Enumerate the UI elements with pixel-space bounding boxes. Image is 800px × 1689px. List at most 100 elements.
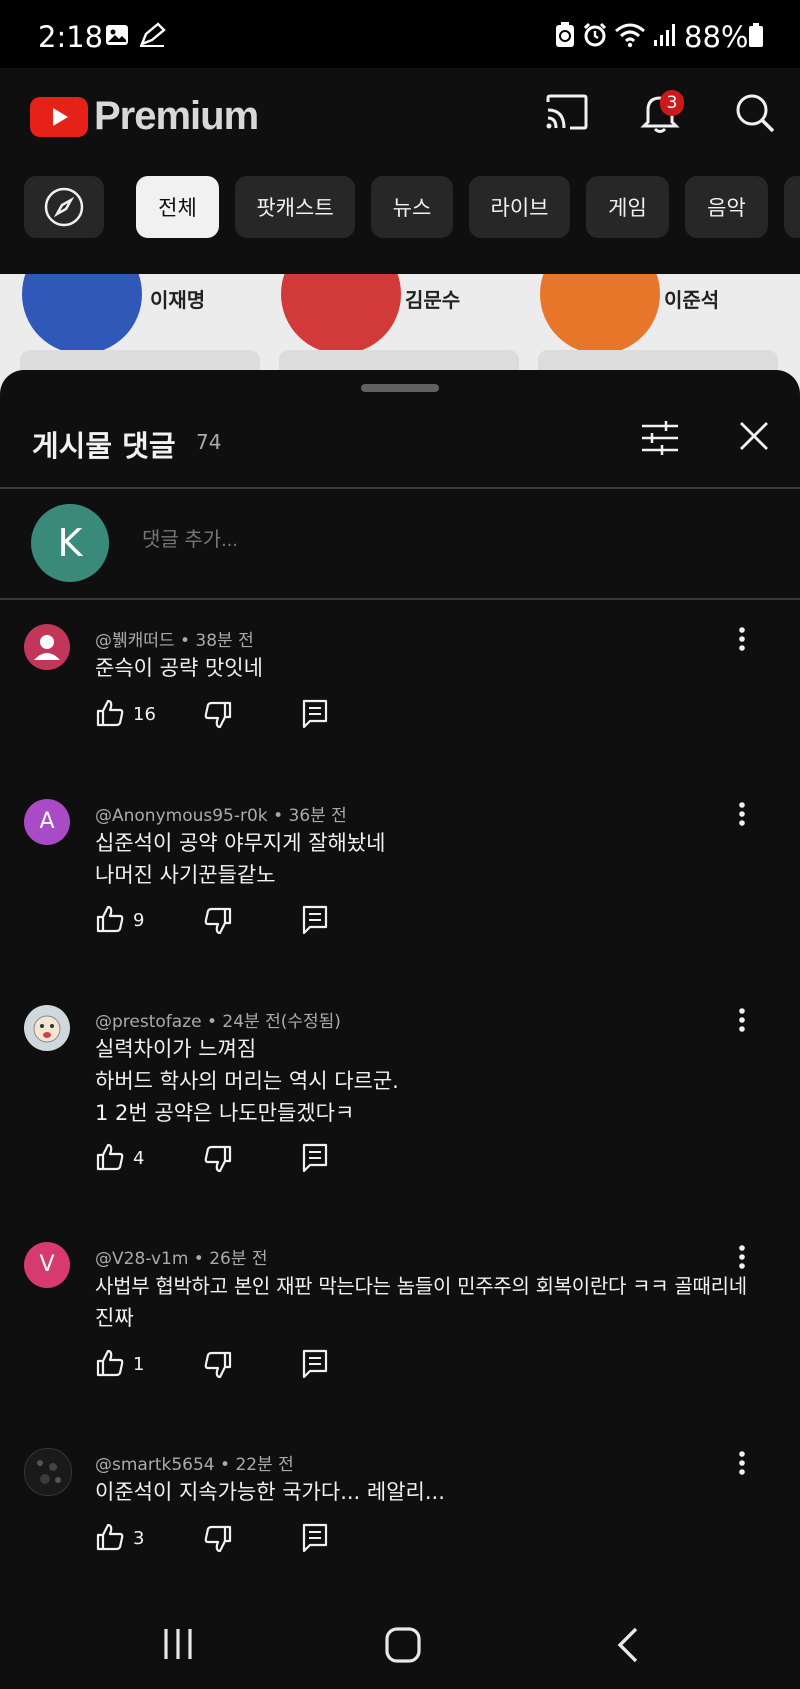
dislike-icon[interactable] <box>203 1350 233 1380</box>
gallery-icon <box>106 25 128 45</box>
dislike-icon[interactable] <box>203 906 233 936</box>
drag-handle[interactable] <box>361 384 439 392</box>
comment-text: 실력차이가 느껴짐 하버드 학사의 머리는 역시 다르군. 1 2번 공약은 나… <box>95 1033 755 1129</box>
like-icon[interactable] <box>95 1522 125 1552</box>
sheet-title: 게시물 댓글 <box>32 429 176 463</box>
chip-gaming[interactable]: 게임 <box>586 176 669 238</box>
youtube-premium-logo[interactable]: Premium <box>30 94 259 139</box>
chip-podcast[interactable]: 팟캐스트 <box>235 176 355 238</box>
candidate-name: 이준석 <box>664 288 720 312</box>
more-options-icon[interactable] <box>738 626 746 652</box>
comment-line: 나머진 사기꾼들같노 <box>95 863 276 887</box>
system-nav-bar <box>0 1600 800 1689</box>
notification-badge: 3 <box>660 90 684 116</box>
candidate-name: 이재명 <box>150 288 206 312</box>
chip-next[interactable] <box>784 176 800 238</box>
add-comment-input[interactable] <box>140 528 744 553</box>
pen-icon <box>139 22 166 47</box>
more-options-icon[interactable] <box>738 1450 746 1476</box>
comment-line: 십준석이 공약 야무지게 잘해놨네 <box>95 831 386 855</box>
like-icon[interactable] <box>95 904 125 934</box>
back-icon[interactable] <box>612 1626 642 1664</box>
chip-music[interactable]: 음악 <box>685 176 768 238</box>
comment-line: 진짜 <box>95 1306 134 1330</box>
battery-saver-icon <box>556 22 574 47</box>
chip-news[interactable]: 뉴스 <box>371 176 453 238</box>
like-icon[interactable] <box>95 1142 125 1172</box>
status-time: 2:18 <box>38 20 104 54</box>
comment-meta: @뷁캐떠드 • 38분 전 <box>95 631 254 651</box>
reply-icon[interactable] <box>301 1348 329 1380</box>
default-user-icon <box>34 635 60 660</box>
comment-author[interactable]: @smartk5654 <box>95 1455 215 1475</box>
comment-line: 하버드 학사의 머리는 역시 다르군. <box>95 1069 399 1093</box>
recent-apps-icon[interactable] <box>160 1626 196 1662</box>
like-icon[interactable] <box>95 1348 125 1378</box>
comment-avatar[interactable] <box>24 624 70 670</box>
comment-actions: 16 <box>95 698 395 732</box>
comment-avatar[interactable] <box>24 1005 70 1051</box>
status-bar: 2:18 88% <box>0 0 800 68</box>
home-icon[interactable] <box>384 1626 422 1664</box>
reply-icon[interactable] <box>301 1522 329 1554</box>
comment-avatar[interactable]: V <box>24 1242 70 1288</box>
dislike-icon[interactable] <box>203 700 233 730</box>
like-count: 1 <box>133 1354 145 1375</box>
like-count: 16 <box>133 704 156 725</box>
comment-line: 준슥이 공략 맛잇네 <box>95 656 263 680</box>
reply-icon[interactable] <box>301 904 329 936</box>
like-count: 9 <box>133 910 145 931</box>
comment-author[interactable]: @prestofaze <box>95 1012 202 1032</box>
comment-author[interactable]: @뷁캐떠드 <box>95 631 175 651</box>
comment-line: 사법부 협박하고 본인 재판 막는다는 놈들이 민주주의 회복이란다 ㅋㅋ 골때… <box>95 1274 747 1298</box>
candidate-name: 김문수 <box>405 288 461 312</box>
comment-meta: @smartk5654 • 22분 전 <box>95 1455 294 1475</box>
dislike-icon[interactable] <box>203 1524 233 1554</box>
comment-time: 38분 전 <box>195 631 254 651</box>
category-chips: 전체 팟캐스트 뉴스 라이브 게임 음악 <box>0 176 800 240</box>
comment-author[interactable]: @Anonymous95-r0k <box>95 806 268 826</box>
sort-filter-icon[interactable] <box>640 418 680 458</box>
comment-actions: 1 <box>95 1348 395 1382</box>
cartoon-face-icon <box>33 1015 61 1043</box>
comment-avatar[interactable] <box>24 1448 72 1496</box>
youtube-logo-icon <box>30 96 88 137</box>
reply-icon[interactable] <box>301 1142 329 1174</box>
comment-text: 사법부 협박하고 본인 재판 막는다는 놈들이 민주주의 회복이란다 ㅋㅋ 골때… <box>95 1270 755 1334</box>
like-icon[interactable] <box>95 698 125 728</box>
comment-actions: 4 <box>95 1142 395 1176</box>
comment-meta: @prestofaze • 24분 전(수정됨) <box>95 1012 341 1032</box>
chip-live[interactable]: 라이브 <box>469 176 570 238</box>
candidate-photo <box>540 274 660 354</box>
comment-time: 22분 전 <box>235 1455 294 1475</box>
battery-percent: 88% <box>684 20 749 54</box>
comments-sheet: 게시물 댓글 74 K @뷁캐떠드 • 38분 전 준슥이 공략 맛잇네 <box>0 370 800 1620</box>
photo-avatar-icon <box>37 1460 61 1484</box>
candidate-photo <box>22 274 142 354</box>
cast-icon[interactable] <box>544 92 590 132</box>
chip-explore[interactable] <box>24 176 104 238</box>
comment-avatar[interactable]: A <box>24 799 70 845</box>
more-options-icon[interactable] <box>738 801 746 827</box>
chip-all[interactable]: 전체 <box>136 176 219 238</box>
comment-author[interactable]: @V28-v1m <box>95 1249 188 1269</box>
search-icon[interactable] <box>734 92 776 134</box>
comment-count: 74 <box>196 430 222 454</box>
comment-meta: @Anonymous95-r0k • 36분 전 <box>95 806 347 826</box>
compass-icon <box>44 187 84 227</box>
comment-time: 36분 전 <box>288 806 347 826</box>
comment-line: 1 2번 공약은 나도만들겠다ㅋ <box>95 1101 355 1125</box>
wifi-icon <box>615 23 645 48</box>
comment-text: 준슥이 공략 맛잇네 <box>95 652 755 684</box>
close-icon[interactable] <box>738 420 770 452</box>
my-avatar: K <box>31 504 109 582</box>
more-options-icon[interactable] <box>738 1007 746 1033</box>
reply-icon[interactable] <box>301 698 329 730</box>
app-header: Premium 3 전체 팟캐스트 뉴스 라이브 게임 음악 <box>0 68 800 274</box>
comment-time: 24분 전(수정됨) <box>222 1012 341 1032</box>
comment-meta: @V28-v1m • 26분 전 <box>95 1249 268 1269</box>
dislike-icon[interactable] <box>203 1144 233 1174</box>
more-options-icon[interactable] <box>738 1244 746 1270</box>
divider <box>0 487 800 489</box>
signal-icon <box>654 24 675 46</box>
